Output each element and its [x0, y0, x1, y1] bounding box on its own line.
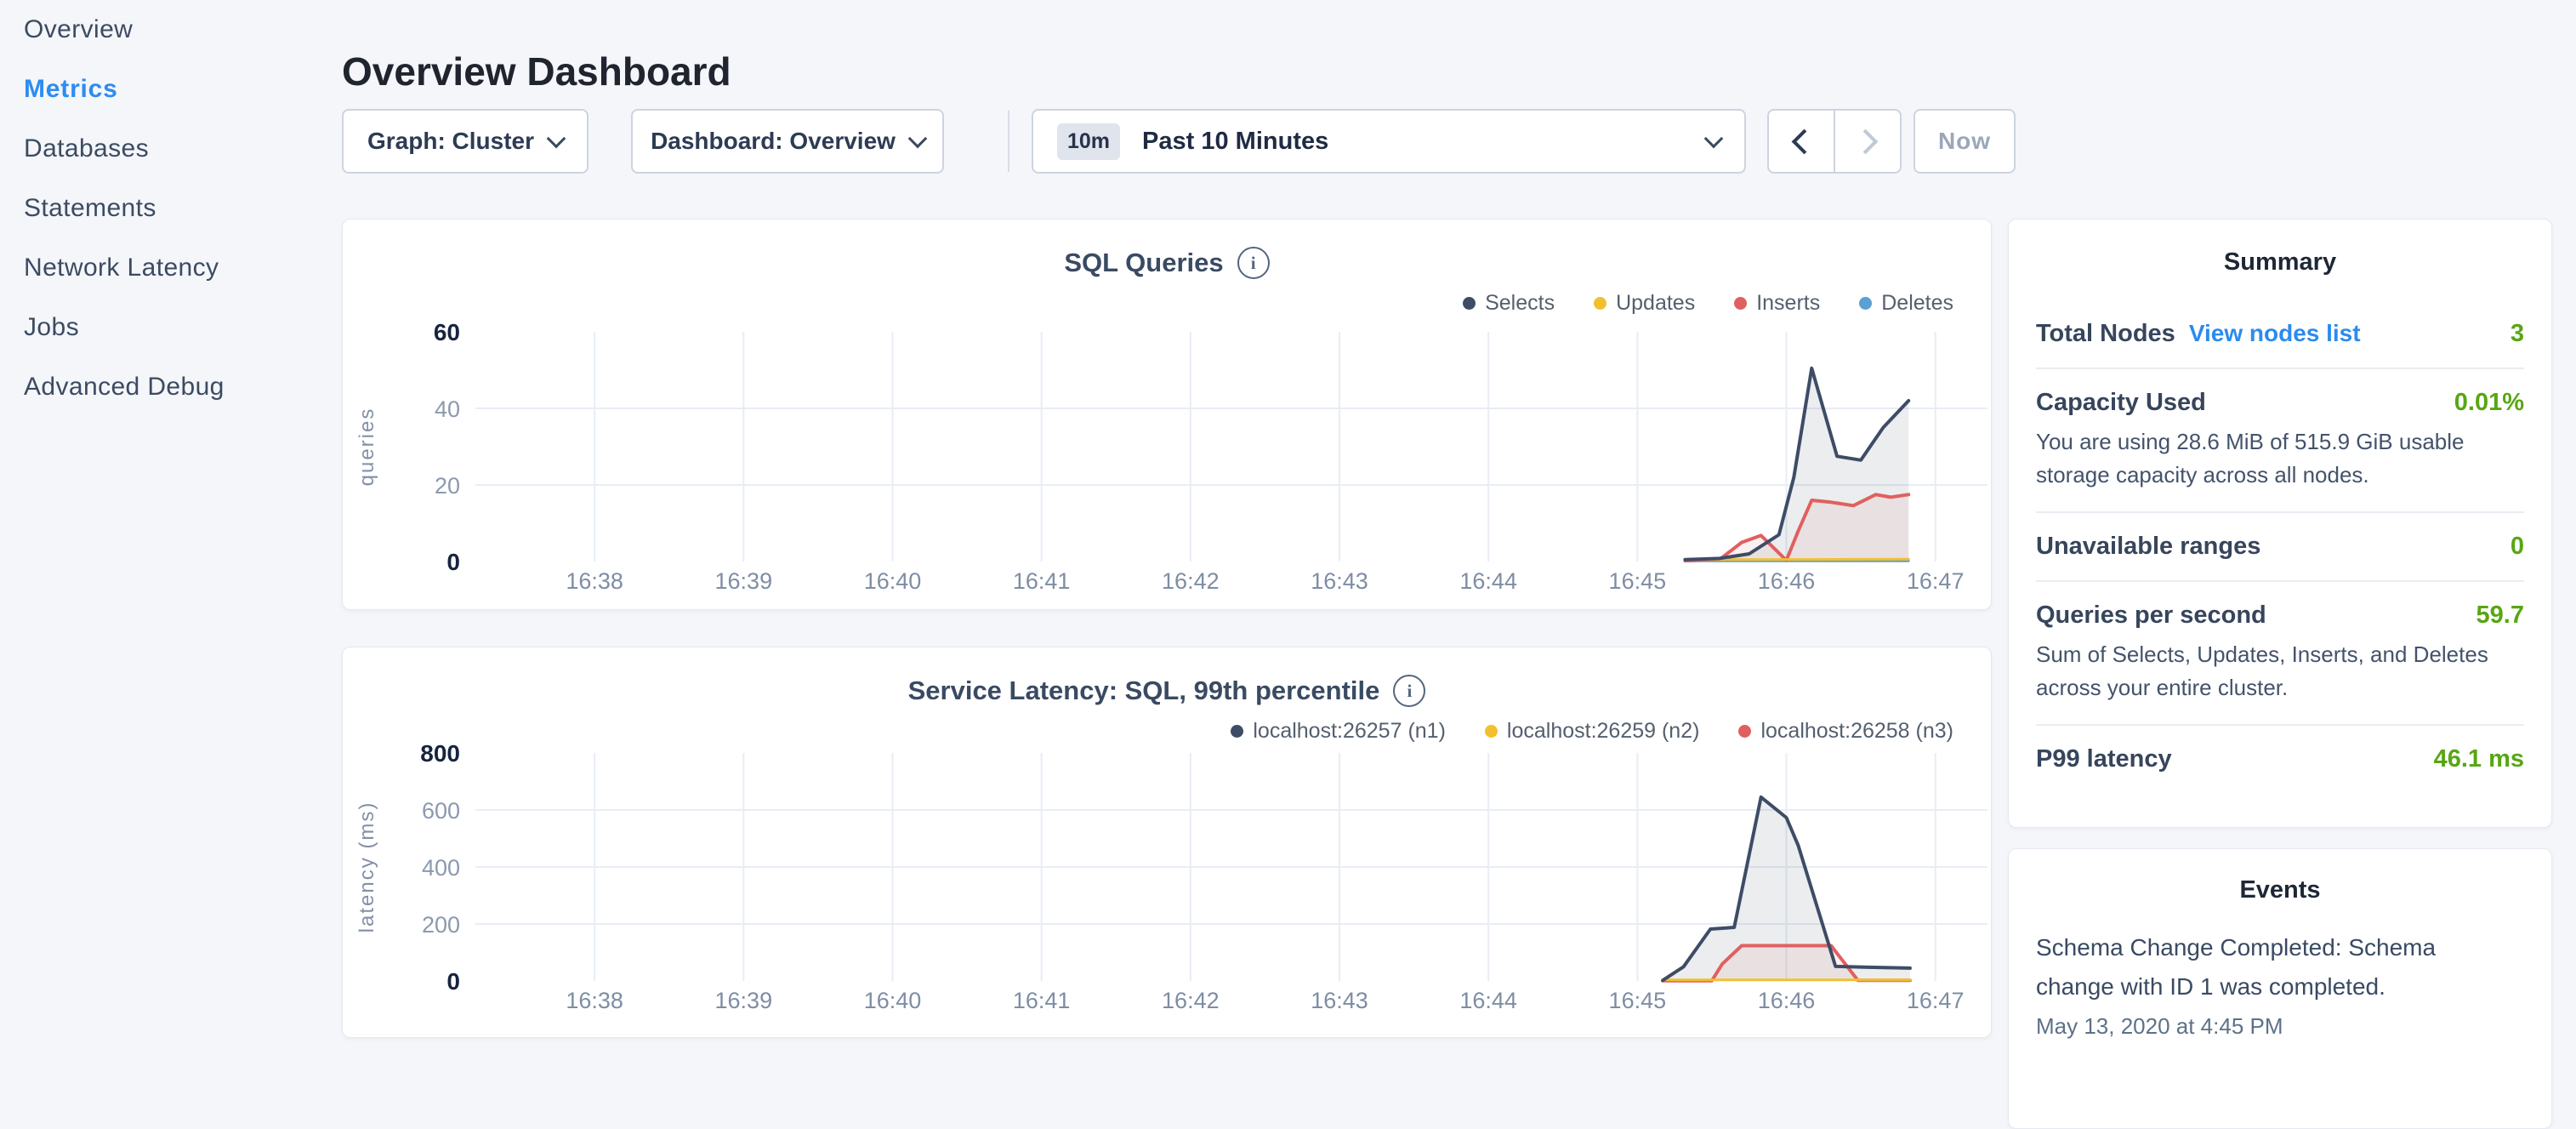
svg-text:16:43: 16:43 — [1311, 988, 1368, 1013]
svg-text:queries: queries — [355, 408, 378, 487]
dashboard-dropdown-label: Dashboard: Overview — [651, 128, 896, 155]
summary-label: Queries per second — [2036, 602, 2266, 630]
chevron-down-icon — [908, 128, 928, 148]
svg-text:16:40: 16:40 — [864, 568, 922, 594]
svg-text:400: 400 — [422, 855, 460, 881]
events-panel: Events Schema Change Completed: Schema c… — [2008, 848, 2552, 1129]
summary-row-capacity-used: Capacity Used 0.01% You are using 28.6 M… — [2036, 369, 2524, 513]
svg-text:20: 20 — [435, 473, 460, 499]
svg-text:16:45: 16:45 — [1609, 988, 1667, 1013]
chevron-down-icon — [547, 128, 566, 148]
svg-text:16:44: 16:44 — [1459, 988, 1517, 1013]
time-range-selector[interactable]: 10m Past 10 Minutes — [1032, 109, 1746, 174]
svg-text:16:39: 16:39 — [715, 988, 773, 1013]
summary-row-unavailable-ranges: Unavailable ranges 0 — [2036, 513, 2524, 582]
service-latency-chart-panel: Service Latency: SQL, 99th percentile i … — [342, 647, 1992, 1038]
time-range-badge: 10m — [1057, 123, 1120, 160]
summary-row-total-nodes: Total Nodes View nodes list 3 — [2036, 300, 2524, 369]
sidebar-item-overview[interactable]: Overview — [0, 0, 340, 60]
next-time-button[interactable] — [1834, 111, 1900, 172]
time-step-buttons — [1767, 109, 1902, 174]
svg-text:40: 40 — [435, 396, 460, 422]
summary-row-p99-latency: P99 latency 46.1 ms — [2036, 726, 2524, 793]
svg-text:16:40: 16:40 — [864, 988, 922, 1013]
svg-text:16:42: 16:42 — [1162, 568, 1220, 594]
svg-text:0: 0 — [446, 968, 460, 995]
chevron-down-icon — [1704, 128, 1724, 148]
svg-text:16:45: 16:45 — [1609, 568, 1667, 594]
events-title: Events — [2036, 876, 2524, 904]
summary-label: Capacity Used — [2036, 389, 2206, 417]
svg-text:16:38: 16:38 — [566, 988, 623, 1013]
svg-text:0: 0 — [446, 549, 460, 575]
time-range-label: Past 10 Minutes — [1142, 128, 1328, 156]
sidebar-item-jobs[interactable]: Jobs — [0, 298, 340, 357]
svg-text:latency (ms): latency (ms) — [355, 801, 378, 933]
chevron-right-icon — [1852, 128, 1878, 154]
prev-time-button[interactable] — [1769, 111, 1834, 172]
svg-text:800: 800 — [420, 740, 460, 767]
svg-text:600: 600 — [422, 798, 460, 824]
summary-value: 0 — [2511, 533, 2524, 561]
sidebar-item-metrics[interactable]: Metrics — [0, 60, 340, 119]
svg-text:60: 60 — [434, 319, 460, 345]
summary-value: 59.7 — [2476, 602, 2524, 630]
summary-label: Total Nodes — [2036, 320, 2175, 348]
svg-text:16:47: 16:47 — [1907, 568, 1965, 594]
svg-text:16:41: 16:41 — [1013, 988, 1071, 1013]
svg-text:16:41: 16:41 — [1013, 568, 1071, 594]
svg-text:16:39: 16:39 — [715, 568, 773, 594]
sidebar-item-databases[interactable]: Databases — [0, 119, 340, 179]
sidebar: Overview Metrics Databases Statements Ne… — [0, 0, 340, 417]
summary-panel: Summary Total Nodes View nodes list 3 Ca… — [2008, 219, 2552, 828]
view-nodes-list-link[interactable]: View nodes list — [2189, 320, 2361, 347]
summary-label: Unavailable ranges — [2036, 533, 2260, 561]
page-title: Overview Dashboard — [342, 48, 731, 94]
now-button[interactable]: Now — [1914, 109, 2016, 174]
sql-queries-plot[interactable]: 0 20 40 60 16:38 16:39 16:40 16:41 16:42 16:43 16:… — [343, 220, 1993, 611]
sql-queries-chart-panel: SQL Queries i SelectsUpdatesInsertsDelet… — [342, 219, 1992, 610]
svg-text:200: 200 — [422, 912, 460, 938]
summary-description: You are using 28.6 MiB of 515.9 GiB usab… — [2036, 425, 2524, 492]
graph-dropdown-label: Graph: Cluster — [367, 128, 534, 155]
summary-value: 3 — [2511, 320, 2524, 348]
dashboard-dropdown[interactable]: Dashboard: Overview — [631, 109, 944, 174]
summary-description: Sum of Selects, Updates, Inserts, and De… — [2036, 638, 2524, 704]
svg-text:16:43: 16:43 — [1311, 568, 1368, 594]
summary-title: Summary — [2036, 248, 2524, 277]
graph-dropdown[interactable]: Graph: Cluster — [342, 109, 589, 174]
event-timestamp: May 13, 2020 at 4:45 PM — [2036, 1013, 2524, 1040]
summary-row-queries-per-second: Queries per second 59.7 Sum of Selects, … — [2036, 582, 2524, 726]
svg-text:16:44: 16:44 — [1459, 568, 1517, 594]
sidebar-item-network-latency[interactable]: Network Latency — [0, 238, 340, 298]
sidebar-item-statements[interactable]: Statements — [0, 179, 340, 238]
sidebar-item-advanced-debug[interactable]: Advanced Debug — [0, 357, 340, 417]
svg-text:16:47: 16:47 — [1907, 988, 1965, 1013]
svg-text:16:38: 16:38 — [566, 568, 623, 594]
svg-text:16:46: 16:46 — [1758, 568, 1816, 594]
svg-text:16:42: 16:42 — [1162, 988, 1220, 1013]
event-text: Schema Change Completed: Schema change w… — [2036, 928, 2517, 1006]
summary-value: 46.1 ms — [2434, 745, 2524, 773]
chevron-left-icon — [1791, 128, 1817, 154]
summary-label: P99 latency — [2036, 745, 2172, 773]
service-latency-plot[interactable]: 0 200 400 600 800 16:38 16:39 16:40 16:41 16:42 16… — [343, 647, 1993, 1039]
event-list-item[interactable]: Schema Change Completed: Schema change w… — [2036, 928, 2524, 1040]
summary-value: 0.01% — [2454, 389, 2524, 417]
controls-divider — [1008, 111, 1009, 172]
svg-text:16:46: 16:46 — [1758, 988, 1816, 1013]
